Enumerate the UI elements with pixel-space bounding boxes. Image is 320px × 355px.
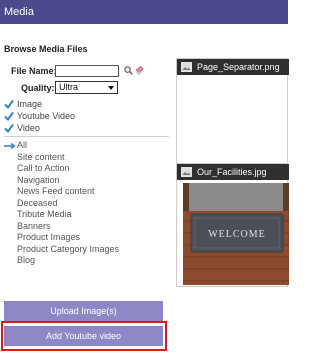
category-item-all[interactable]: All bbox=[4, 140, 119, 152]
type-label: Video bbox=[17, 123, 40, 133]
category-item[interactable]: Site content bbox=[4, 152, 119, 164]
quality-label: Quality: bbox=[21, 83, 55, 93]
type-label: Youtube Video bbox=[17, 111, 76, 121]
divider bbox=[4, 136, 169, 137]
highlight-annotation bbox=[1, 321, 167, 351]
category-item[interactable]: Deceased bbox=[4, 198, 119, 210]
type-youtube-video[interactable]: Youtube Video bbox=[4, 110, 75, 122]
window-title: Media bbox=[4, 6, 34, 18]
window-titlebar: Media bbox=[0, 0, 288, 24]
checkmark-icon bbox=[4, 123, 14, 133]
eraser-icon[interactable] bbox=[135, 65, 145, 75]
media-thumbnail[interactable]: Our_Facilities.jpg WELCOME bbox=[176, 163, 289, 287]
type-image[interactable]: Image bbox=[4, 98, 75, 110]
category-item[interactable]: Call to Action bbox=[4, 163, 119, 175]
search-icon[interactable] bbox=[124, 66, 133, 75]
category-item[interactable]: Navigation bbox=[4, 175, 119, 187]
thumbnail-filename: Our_Facilities.jpg bbox=[197, 167, 267, 177]
section-title: Browse Media Files bbox=[4, 44, 88, 54]
image-file-icon bbox=[181, 167, 192, 177]
filename-label: File Name: bbox=[11, 66, 57, 76]
type-video[interactable]: Video bbox=[4, 122, 75, 134]
thumbnail-header: Our_Facilities.jpg bbox=[177, 164, 289, 180]
category-item[interactable]: Blog bbox=[4, 255, 119, 267]
arrow-right-icon bbox=[4, 143, 16, 149]
category-item[interactable]: News Feed content bbox=[4, 186, 119, 198]
welcome-mat-photo: WELCOME bbox=[183, 183, 289, 285]
media-type-list: Image Youtube Video Video bbox=[4, 98, 75, 134]
image-file-icon bbox=[181, 62, 192, 72]
type-label: Image bbox=[17, 99, 43, 109]
upload-images-button[interactable]: Upload Image(s) bbox=[4, 301, 163, 321]
quality-select[interactable]: Ultra bbox=[55, 81, 118, 94]
thumbnail-filename: Page_Separator.png bbox=[197, 62, 280, 72]
checkmark-icon bbox=[4, 111, 14, 121]
category-item[interactable]: Tribute Media bbox=[4, 209, 119, 221]
category-item[interactable]: Banners bbox=[4, 221, 119, 233]
category-list: All Site content Call to Action Navigati… bbox=[4, 140, 119, 267]
mat-text: WELCOME bbox=[208, 229, 266, 240]
filename-input[interactable] bbox=[55, 65, 119, 77]
chevron-down-icon bbox=[108, 86, 114, 90]
category-item[interactable]: Product Category Images bbox=[4, 244, 119, 256]
quality-select-value: Ultra bbox=[59, 82, 79, 92]
category-item[interactable]: Product Images bbox=[4, 232, 119, 244]
thumbnail-header: Page_Separator.png bbox=[177, 59, 289, 75]
checkmark-icon bbox=[4, 99, 14, 109]
